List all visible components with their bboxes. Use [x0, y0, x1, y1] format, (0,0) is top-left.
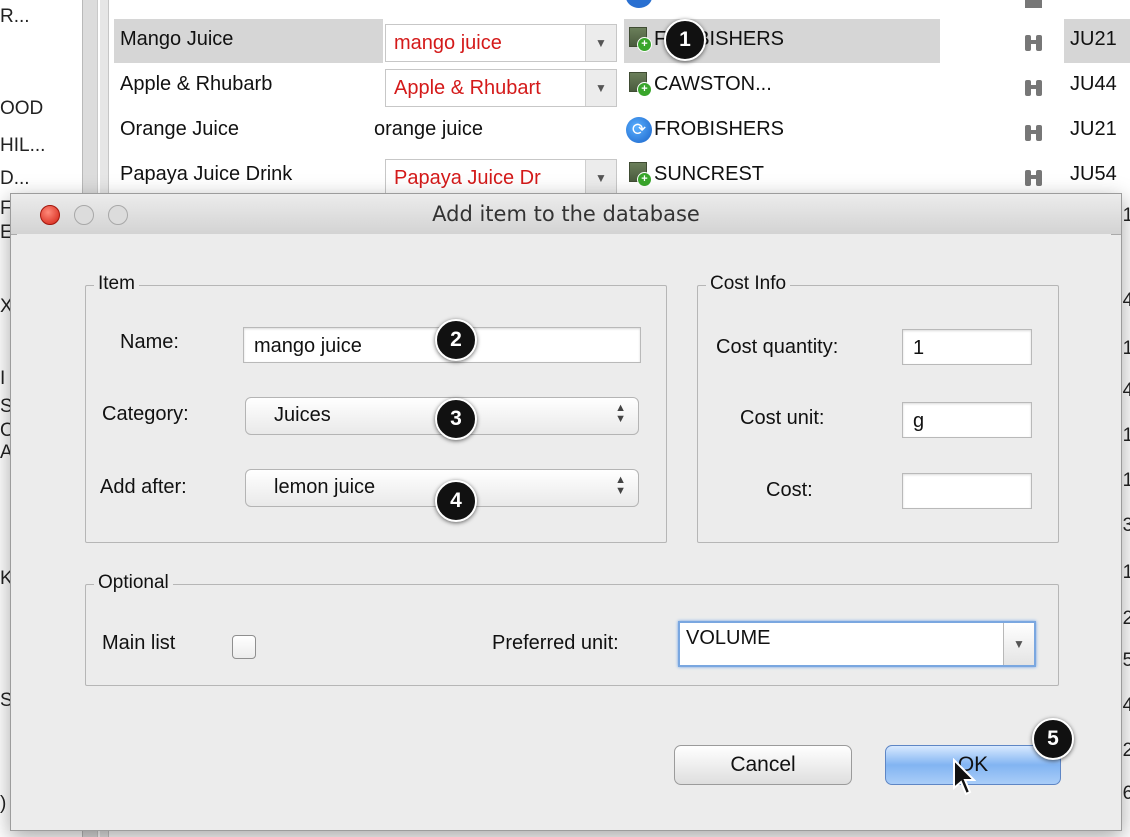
database-add-icon[interactable]: +: [629, 162, 652, 187]
cost-quantity-field[interactable]: 1: [902, 329, 1032, 365]
category-value: Juices: [274, 404, 331, 426]
chevron-down-icon[interactable]: ▼: [585, 70, 616, 106]
table-row[interactable]: Papaya Juice Drink Papaya Juice Dr ▼ + S…: [108, 154, 1130, 198]
item-name: Orange Juice: [120, 118, 239, 140]
binoculars-icon[interactable]: [1025, 76, 1042, 96]
title-bar[interactable]: Add item to the database: [11, 194, 1121, 235]
callout-badge: 1: [664, 19, 706, 61]
cost-unit-field[interactable]: g: [902, 402, 1032, 438]
cost-label: Cost:: [766, 479, 813, 501]
match-combo[interactable]: Apple & Rhubart ▼: [385, 69, 617, 107]
supplier-name: FROBISHERS: [654, 118, 785, 140]
match-combo[interactable]: Papaya Juice Dr ▼: [385, 159, 617, 197]
binoculars-icon[interactable]: [1025, 31, 1042, 51]
item-group: Item Name: mango juice Category: Juices …: [85, 273, 667, 543]
main-list-label: Main list: [102, 632, 176, 654]
supplier-name: CAWSTON...: [654, 73, 772, 95]
cost-info-group: Cost Info Cost quantity: 1 Cost unit: g …: [697, 273, 1059, 543]
dialog-title: Add item to the database: [432, 202, 700, 226]
optional-group: Optional Main list Preferred unit: VOLUM…: [85, 572, 1059, 686]
item-code: JU44: [1070, 73, 1117, 95]
chevron-down-icon[interactable]: ▼: [1003, 623, 1034, 665]
main-list-checkbox[interactable]: [232, 635, 256, 659]
optional-legend: Optional: [94, 572, 173, 594]
item-group-legend: Item: [94, 273, 139, 295]
database-add-icon[interactable]: +: [629, 27, 652, 52]
match-combo-value: mango juice: [394, 32, 502, 54]
cost-unit-label: Cost unit:: [740, 407, 825, 429]
cancel-button[interactable]: Cancel: [674, 745, 852, 785]
item-code: JU21: [1070, 28, 1117, 50]
table-row[interactable]: Mango Juice mango juice ▼ + FROBISHERS J…: [108, 19, 1130, 63]
match-combo-value: Papaya Juice Dr: [394, 167, 541, 189]
match-text: orange juice: [374, 118, 483, 140]
item-name: Apple & Rhubarb: [120, 73, 273, 95]
cost-quantity-label: Cost quantity:: [716, 336, 839, 358]
item-name: Mango Juice: [120, 28, 234, 50]
chevron-down-icon[interactable]: ▼: [585, 25, 616, 61]
database-add-icon[interactable]: +: [629, 72, 652, 97]
item-code: JU21: [1070, 118, 1117, 140]
binoculars-icon[interactable]: [1025, 166, 1042, 186]
cost-info-legend: Cost Info: [706, 273, 791, 295]
binoculars-icon[interactable]: [1025, 121, 1042, 141]
table-row[interactable]: Orange Juice orange juice ⟳ FROBISHERS J…: [108, 109, 1130, 153]
binoculars-icon: [1025, 0, 1042, 8]
callout-badge: 4: [435, 480, 477, 522]
match-combo-value: Apple & Rhubart: [394, 77, 541, 99]
cost-unit-value: g: [913, 410, 925, 432]
left-fragment: R...: [0, 6, 30, 27]
sync-icon[interactable]: ⟳: [626, 117, 652, 143]
item-name: Papaya Juice Drink: [120, 163, 293, 185]
cost-field[interactable]: [902, 473, 1032, 509]
preferred-unit-label: Preferred unit:: [492, 632, 619, 654]
name-value: mango juice: [254, 335, 362, 357]
partial-row: [108, 0, 1130, 10]
match-combo[interactable]: mango juice ▼: [385, 24, 617, 62]
dialog-body: Item Name: mango juice Category: Juices …: [17, 234, 1111, 824]
name-label: Name:: [120, 331, 179, 353]
left-fragment: ): [0, 793, 7, 814]
chevron-down-icon[interactable]: ▼: [585, 160, 616, 196]
supplier-name: SUNCREST: [654, 163, 765, 185]
up-down-arrows-icon: ▲ ▼: [615, 402, 626, 425]
mouse-cursor-icon: [953, 758, 976, 796]
callout-badge: 3: [435, 398, 477, 440]
callout-badge: 5: [1032, 718, 1074, 760]
up-down-arrows-icon: ▲ ▼: [615, 474, 626, 497]
left-fragment: I: [0, 368, 6, 389]
add-after-value: lemon juice: [274, 476, 376, 498]
sync-icon: [626, 0, 652, 8]
callout-badge: 2: [435, 319, 477, 361]
preferred-unit-combo[interactable]: VOLUME ▼: [678, 621, 1036, 667]
add-after-label: Add after:: [100, 476, 187, 498]
item-code: JU54: [1070, 163, 1117, 185]
left-fragment: OOD: [0, 98, 44, 119]
preferred-unit-value: VOLUME: [686, 627, 771, 649]
category-label: Category:: [102, 403, 189, 425]
left-fragment: D...: [0, 168, 30, 189]
cost-quantity-value: 1: [913, 337, 925, 359]
table-row[interactable]: Apple & Rhubarb Apple & Rhubart ▼ + CAWS…: [108, 64, 1130, 108]
left-fragment: HIL...: [0, 135, 46, 156]
add-item-dialog: Add item to the database Item Name: mang…: [10, 193, 1122, 831]
